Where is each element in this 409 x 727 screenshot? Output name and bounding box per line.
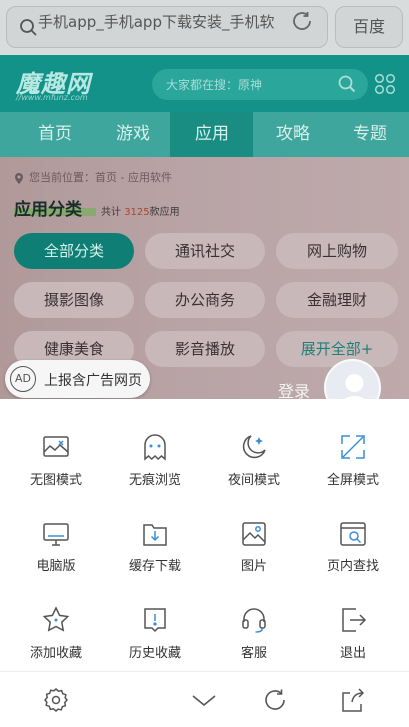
find-in-page-icon[interactable] [338, 519, 368, 549]
menu-label-desktop[interactable]: 电脑版 [5, 555, 107, 574]
collapse-chevron-down-icon[interactable] [191, 690, 217, 714]
menu-label-fullscreen[interactable]: 全屏模式 [302, 469, 404, 488]
search-icon [19, 18, 39, 42]
report-ad-label: 上报含广告网页 [44, 373, 142, 389]
customer-service-headset-icon[interactable] [239, 605, 269, 635]
menu-label-night[interactable]: 夜间模式 [203, 469, 305, 488]
menu-label-history[interactable]: 历史收藏 [104, 642, 206, 661]
nav-item-apps[interactable]: 应用 [172, 112, 252, 157]
chip-photo[interactable]: 摄影图像 [14, 282, 134, 318]
count-prefix: 共计 [101, 207, 121, 218]
incognito-ghost-icon[interactable] [140, 432, 170, 462]
chip-expand-all[interactable]: 展开全部+ [276, 331, 398, 367]
exit-icon[interactable] [338, 605, 368, 635]
chip-all[interactable]: 全部分类 [14, 233, 134, 269]
refresh-icon[interactable] [262, 687, 288, 717]
chip-office[interactable]: 办公商务 [145, 282, 265, 318]
settings-gear-icon[interactable] [43, 687, 69, 717]
add-bookmark-star-icon[interactable] [41, 605, 71, 635]
address-bar-text[interactable]: 手机app_手机app下载安装_手机软 [38, 11, 278, 32]
menu-label-add-bookmark[interactable]: 添加收藏 [5, 642, 107, 661]
breadcrumb: 您当前位置：首页 - 应用软件 [29, 171, 172, 184]
menu-label-no-image[interactable]: 无图模式 [5, 469, 107, 488]
chip-social[interactable]: 通讯社交 [145, 233, 265, 269]
share-icon[interactable] [340, 687, 366, 717]
ad-icon: AD [10, 366, 36, 392]
nav-item-guides[interactable]: 攻略 [253, 112, 333, 157]
desktop-icon[interactable] [41, 519, 71, 549]
chip-finance[interactable]: 金融理财 [276, 282, 398, 318]
site-search-placeholder: 大家都在搜：原神 [166, 78, 263, 92]
night-mode-icon[interactable] [239, 432, 269, 462]
menu-label-service[interactable]: 客服 [203, 642, 305, 661]
app-count: 共计 3125款应用 [101, 203, 180, 218]
history-bookmark-icon[interactable] [140, 605, 170, 635]
nav-item-games[interactable]: 游戏 [93, 112, 173, 157]
reload-icon[interactable] [290, 9, 314, 37]
menu-label-incognito[interactable]: 无痕浏览 [104, 469, 206, 488]
menu-label-find[interactable]: 页内查找 [302, 555, 404, 574]
no-image-icon[interactable] [41, 432, 71, 462]
apps-grid-icon[interactable] [374, 73, 396, 99]
menu-label-exit[interactable]: 退出 [302, 642, 404, 661]
image-icon[interactable] [239, 519, 269, 549]
nav-item-topics[interactable]: 专题 [330, 112, 409, 157]
chip-shopping[interactable]: 网上购物 [276, 233, 398, 269]
menu-label-images[interactable]: 图片 [203, 555, 305, 574]
location-pin-icon [13, 170, 25, 189]
menu-label-download[interactable]: 缓存下载 [104, 555, 206, 574]
site-logo-url: //www.mfunz.com [16, 93, 88, 102]
nav-item-home[interactable]: 首页 [15, 112, 95, 157]
category-title: 应用分类 [14, 200, 82, 220]
search-icon[interactable] [337, 74, 357, 98]
fullscreen-icon[interactable] [338, 432, 368, 462]
count-suffix: 款应用 [149, 207, 180, 218]
search-engine-button[interactable]: 百度 [335, 6, 403, 48]
chip-media[interactable]: 影音播放 [145, 331, 265, 367]
download-icon[interactable] [140, 519, 170, 549]
count-number: 3125 [124, 207, 150, 218]
